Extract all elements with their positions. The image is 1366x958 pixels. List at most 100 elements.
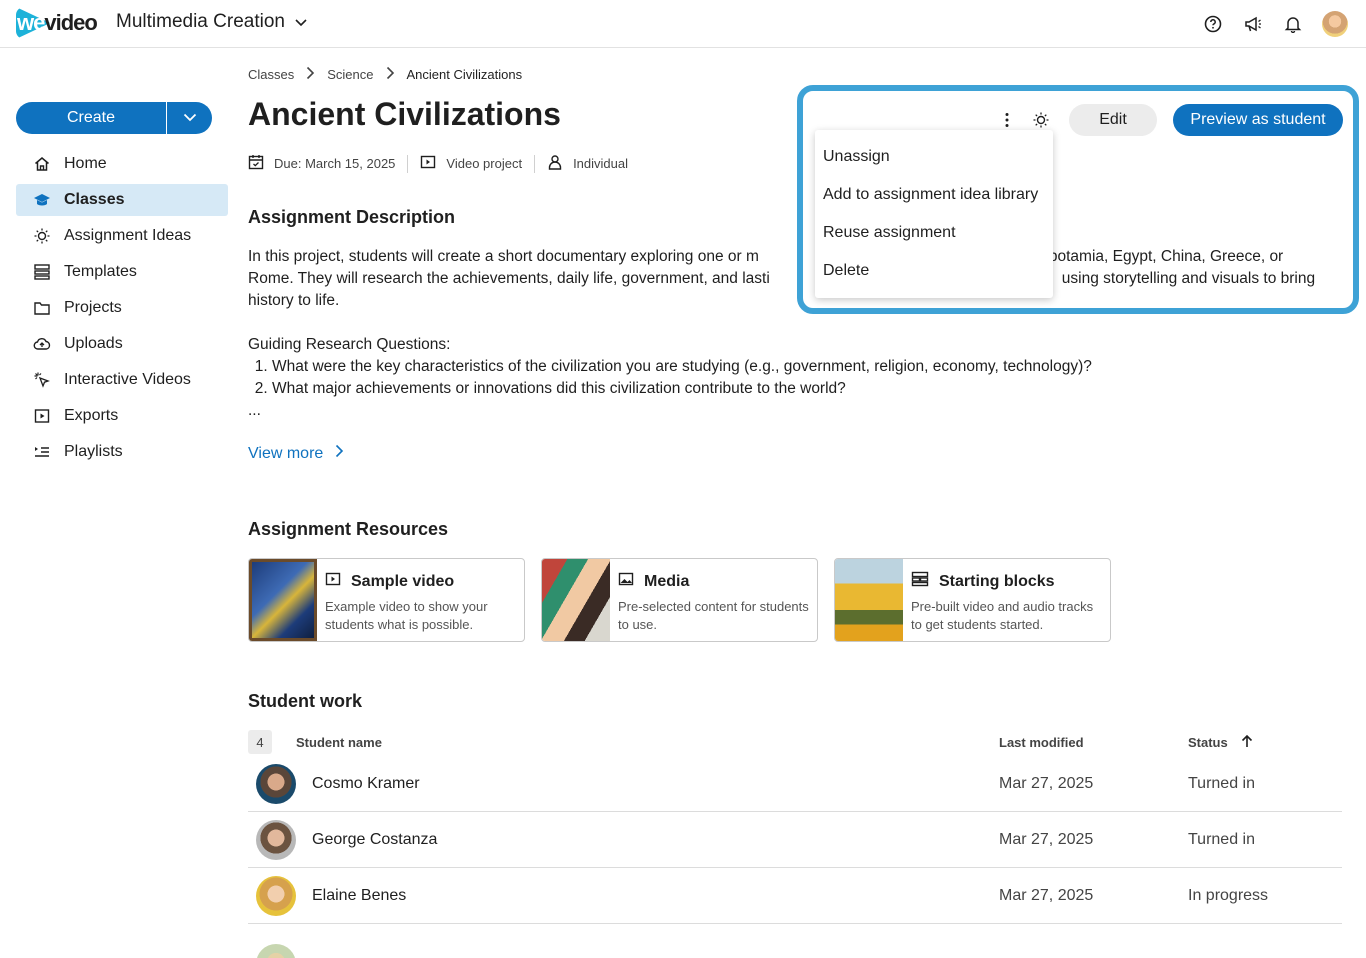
student-work-table: 4 Student name Last modified Status Cosm… xyxy=(248,728,1342,924)
sidebar-item-label: Interactive Videos xyxy=(64,371,191,388)
sidebar-item-interactive-videos[interactable]: Interactive Videos xyxy=(16,364,228,396)
pointer-click-icon xyxy=(33,371,51,389)
create-dropdown-button[interactable] xyxy=(167,102,212,134)
sidebar-item-label: Playlists xyxy=(64,443,123,460)
table-row[interactable]: George Costanza Mar 27, 2025 Turned in xyxy=(248,812,1342,868)
menu-item-delete[interactable]: Delete xyxy=(815,252,1053,290)
chevron-right-icon xyxy=(386,66,395,83)
workspace-title: Multimedia Creation xyxy=(116,11,285,32)
person-icon xyxy=(547,154,563,173)
notifications-bell-icon[interactable] xyxy=(1282,13,1304,35)
project-type: Video project xyxy=(446,156,523,171)
avatar xyxy=(256,944,296,958)
description-ellipsis: ... xyxy=(248,402,261,419)
card-title: Media xyxy=(644,572,690,590)
student-name: George Costanza xyxy=(312,830,438,848)
announcements-icon[interactable] xyxy=(1242,13,1264,35)
avatar xyxy=(256,763,296,804)
description-intro: In this project, students will create a … xyxy=(248,248,1316,309)
assignment-mode: Individual xyxy=(573,156,628,171)
user-avatar[interactable] xyxy=(1322,11,1348,37)
edit-button[interactable]: Edit xyxy=(1069,104,1157,136)
sidebar-item-assignment-ideas[interactable]: Assignment Ideas xyxy=(16,220,228,252)
preview-as-student-button[interactable]: Preview as student xyxy=(1173,104,1343,136)
sidebar-item-label: Classes xyxy=(64,191,125,208)
menu-item-unassign[interactable]: Unassign xyxy=(815,138,1053,176)
table-row[interactable]: Elaine Benes Mar 27, 2025 In progress xyxy=(248,868,1342,924)
guiding-questions-list: What were the key characteristics of the… xyxy=(272,356,1338,400)
status: Turned in xyxy=(1188,774,1255,792)
avatar xyxy=(256,875,296,916)
table-header: 4 Student name Last modified Status xyxy=(248,728,1342,756)
sidebar-item-home[interactable]: Home xyxy=(16,148,228,180)
media-thumbnail xyxy=(542,559,610,641)
list-item: What were the key characteristics of the… xyxy=(272,356,1338,378)
card-description: Pre-selected content for students to use… xyxy=(618,599,809,632)
starting-blocks-icon xyxy=(911,571,929,592)
avatar xyxy=(256,819,296,860)
resource-card-starting-blocks[interactable]: Starting blocks Pre-built video and audi… xyxy=(834,558,1111,642)
page-title: Ancient Civilizations xyxy=(248,96,561,132)
sidebar-item-label: Uploads xyxy=(64,335,123,352)
wevideo-logo[interactable]: wevideo xyxy=(16,7,98,39)
export-video-icon xyxy=(33,407,51,425)
chevron-right-icon xyxy=(335,444,344,463)
logo-text: wevideo xyxy=(17,10,98,35)
sidebar-nav: Home Classes Assignment Ideas Templates … xyxy=(16,148,228,472)
playlist-icon xyxy=(33,443,51,461)
assignment-meta: Due: March 15, 2025 Video project Indivi… xyxy=(248,154,640,173)
menu-item-reuse-assignment[interactable]: Reuse assignment xyxy=(815,214,1053,252)
column-header-last-modified[interactable]: Last modified xyxy=(999,735,1188,750)
resource-card-sample-video[interactable]: Sample video Example video to show your … xyxy=(248,558,525,642)
breadcrumb-science[interactable]: Science xyxy=(327,67,373,82)
student-work-heading: Student work xyxy=(248,691,363,711)
resource-card-media[interactable]: Media Pre-selected content for students … xyxy=(541,558,818,642)
sidebar-item-label: Assignment Ideas xyxy=(64,227,192,244)
create-button[interactable]: Create xyxy=(16,102,167,134)
column-header-name[interactable]: Student name xyxy=(296,735,999,750)
last-modified: Mar 27, 2025 xyxy=(999,774,1094,792)
card-title: Sample video xyxy=(351,572,455,590)
last-modified: Mar 27, 2025 xyxy=(999,830,1094,848)
sort-arrow-up-icon xyxy=(1240,734,1254,751)
list-item: What major achievements or innovations d… xyxy=(272,378,1338,400)
image-icon xyxy=(618,571,634,592)
status: In progress xyxy=(1188,886,1269,904)
create-button-group: Create xyxy=(16,102,212,134)
view-more-link[interactable]: View more xyxy=(248,444,344,463)
sidebar-item-label: Home xyxy=(64,155,107,172)
card-description: Example video to show your students what… xyxy=(325,599,488,632)
starting-blocks-thumbnail xyxy=(835,559,903,641)
chevron-down-icon xyxy=(295,11,307,33)
help-icon[interactable] xyxy=(1202,13,1224,35)
sample-video-thumbnail xyxy=(249,559,317,641)
column-header-status[interactable]: Status xyxy=(1188,734,1342,751)
table-row[interactable]: Cosmo Kramer Mar 27, 2025 Turned in xyxy=(248,756,1342,812)
calendar-icon xyxy=(248,154,264,173)
student-name: Elaine Benes xyxy=(312,886,407,904)
breadcrumb: Classes Science Ancient Civilizations xyxy=(248,66,522,83)
breadcrumb-classes[interactable]: Classes xyxy=(248,67,294,82)
resources-heading: Assignment Resources xyxy=(248,519,449,539)
sidebar-item-classes[interactable]: Classes xyxy=(16,184,228,216)
student-count-badge: 4 xyxy=(248,730,272,754)
cloud-upload-icon xyxy=(33,335,51,353)
due-date: Due: March 15, 2025 xyxy=(274,156,396,171)
sidebar-item-label: Projects xyxy=(64,299,122,316)
sidebar-item-uploads[interactable]: Uploads xyxy=(16,328,228,360)
folder-icon xyxy=(33,299,51,317)
card-title: Starting blocks xyxy=(939,572,1055,590)
home-icon xyxy=(33,155,51,173)
sidebar-item-exports[interactable]: Exports xyxy=(16,400,228,432)
graduation-cap-icon xyxy=(33,191,51,209)
video-project-icon xyxy=(420,154,436,173)
sidebar-item-templates[interactable]: Templates xyxy=(16,256,228,288)
sidebar-item-playlists[interactable]: Playlists xyxy=(16,436,228,468)
guiding-questions-label: Guiding Research Questions: xyxy=(248,336,451,353)
menu-item-add-to-library[interactable]: Add to assignment idea library xyxy=(815,176,1053,214)
chevron-down-icon xyxy=(183,109,197,127)
workspace-selector[interactable]: Multimedia Creation xyxy=(116,11,307,33)
more-options-menu: Unassign Add to assignment idea library … xyxy=(815,130,1053,298)
video-icon xyxy=(325,571,341,592)
sidebar-item-projects[interactable]: Projects xyxy=(16,292,228,324)
